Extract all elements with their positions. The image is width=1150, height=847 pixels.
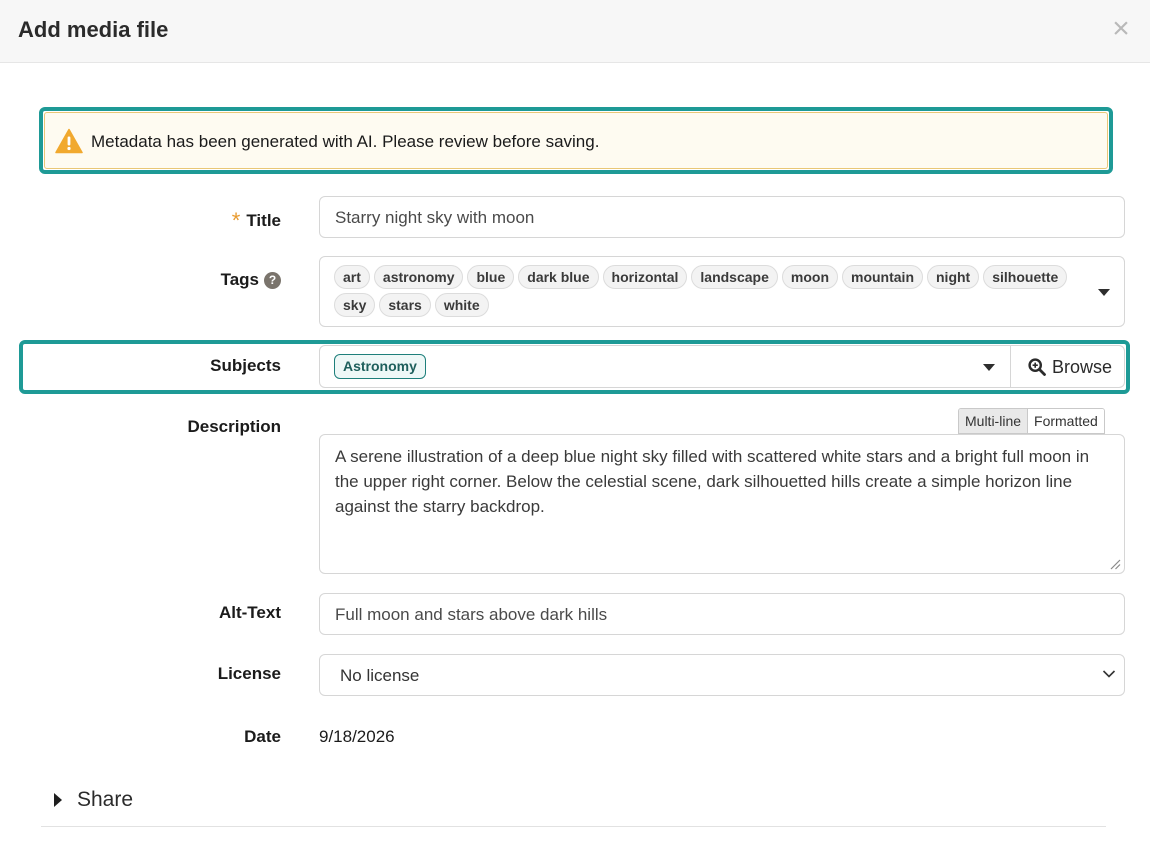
- tag-chip[interactable]: silhouette: [983, 265, 1068, 289]
- tag-chip[interactable]: dark blue: [518, 265, 599, 289]
- alt-text-input[interactable]: Full moon and stars above dark hills: [319, 593, 1125, 635]
- alt-text-label: Alt-Text: [218, 603, 281, 622]
- tag-chip[interactable]: moon: [781, 265, 838, 289]
- description-textarea[interactable]: A serene illustration of a deep blue nig…: [319, 434, 1125, 574]
- tag-chip[interactable]: mountain: [842, 265, 923, 289]
- date-label: Date: [244, 727, 281, 746]
- tag-chip[interactable]: blue: [467, 265, 515, 289]
- tags-label: Tags?: [0, 270, 281, 290]
- tags-dropdown-caret-icon[interactable]: [1098, 289, 1110, 296]
- subjects-select[interactable]: Astronomy: [319, 345, 1011, 388]
- tags-input[interactable]: art astronomy blue dark blue horizontal lands…: [319, 256, 1125, 327]
- required-icon: *: [231, 208, 241, 233]
- date-value: 9/18/2026: [319, 727, 395, 746]
- tag-chip[interactable]: stars: [379, 293, 431, 317]
- share-label: Share: [77, 788, 134, 811]
- title-label-text: Title: [246, 211, 281, 230]
- alt-text-value: Full moon and stars above dark hills: [335, 605, 608, 624]
- title-input[interactable]: Starry night sky with moon: [319, 196, 1125, 238]
- description-text: A serene illustration of a deep blue nig…: [335, 447, 1090, 516]
- tag-chip[interactable]: sky: [334, 293, 376, 317]
- warning-icon: [55, 128, 83, 154]
- chevron-down-icon: [1102, 670, 1116, 678]
- description-label: Description: [187, 417, 281, 436]
- browse-button-label: Browse: [1052, 357, 1113, 377]
- search-icon: [1028, 358, 1046, 376]
- tags-label-text: Tags: [220, 270, 259, 289]
- dialog-title: Add media file: [18, 17, 169, 42]
- title-label: * Title: [0, 206, 281, 233]
- tab-multi-line[interactable]: Multi-line: [959, 409, 1029, 433]
- tag-chip[interactable]: white: [434, 293, 489, 317]
- license-value: No license: [340, 666, 420, 685]
- tag-chip[interactable]: horizontal: [602, 265, 688, 289]
- close-icon[interactable]: ×: [1110, 14, 1132, 44]
- license-select[interactable]: No license: [319, 654, 1125, 696]
- license-label: License: [217, 664, 281, 683]
- title-input-value: Starry night sky with moon: [335, 208, 535, 227]
- ai-notice: Metadata has been generated with AI. Ple…: [44, 112, 1108, 169]
- tag-chip[interactable]: art: [334, 265, 370, 289]
- tag-chip[interactable]: night: [927, 265, 980, 289]
- tag-list: art astronomy blue dark blue horizontal lands…: [334, 265, 1084, 317]
- dialog-header: Add media file ×: [0, 0, 1150, 63]
- description-mode-tabs: Multi-line Formatted: [958, 408, 1105, 434]
- resize-grip-icon[interactable]: [1109, 558, 1121, 570]
- subjects-label: Subjects: [210, 356, 281, 375]
- tab-formatted[interactable]: Formatted: [1028, 409, 1104, 433]
- subjects-dropdown-caret-icon[interactable]: [983, 364, 995, 371]
- tag-chip[interactable]: landscape: [691, 265, 778, 289]
- share-divider: [41, 826, 1106, 827]
- caret-right-icon: [54, 793, 62, 807]
- browse-button[interactable]: Browse: [1010, 345, 1125, 388]
- ai-notice-text: Metadata has been generated with AI. Ple…: [91, 132, 600, 151]
- tag-chip[interactable]: astronomy: [373, 265, 464, 289]
- help-icon[interactable]: ?: [264, 272, 281, 289]
- subject-pill-astronomy[interactable]: Astronomy: [334, 354, 426, 379]
